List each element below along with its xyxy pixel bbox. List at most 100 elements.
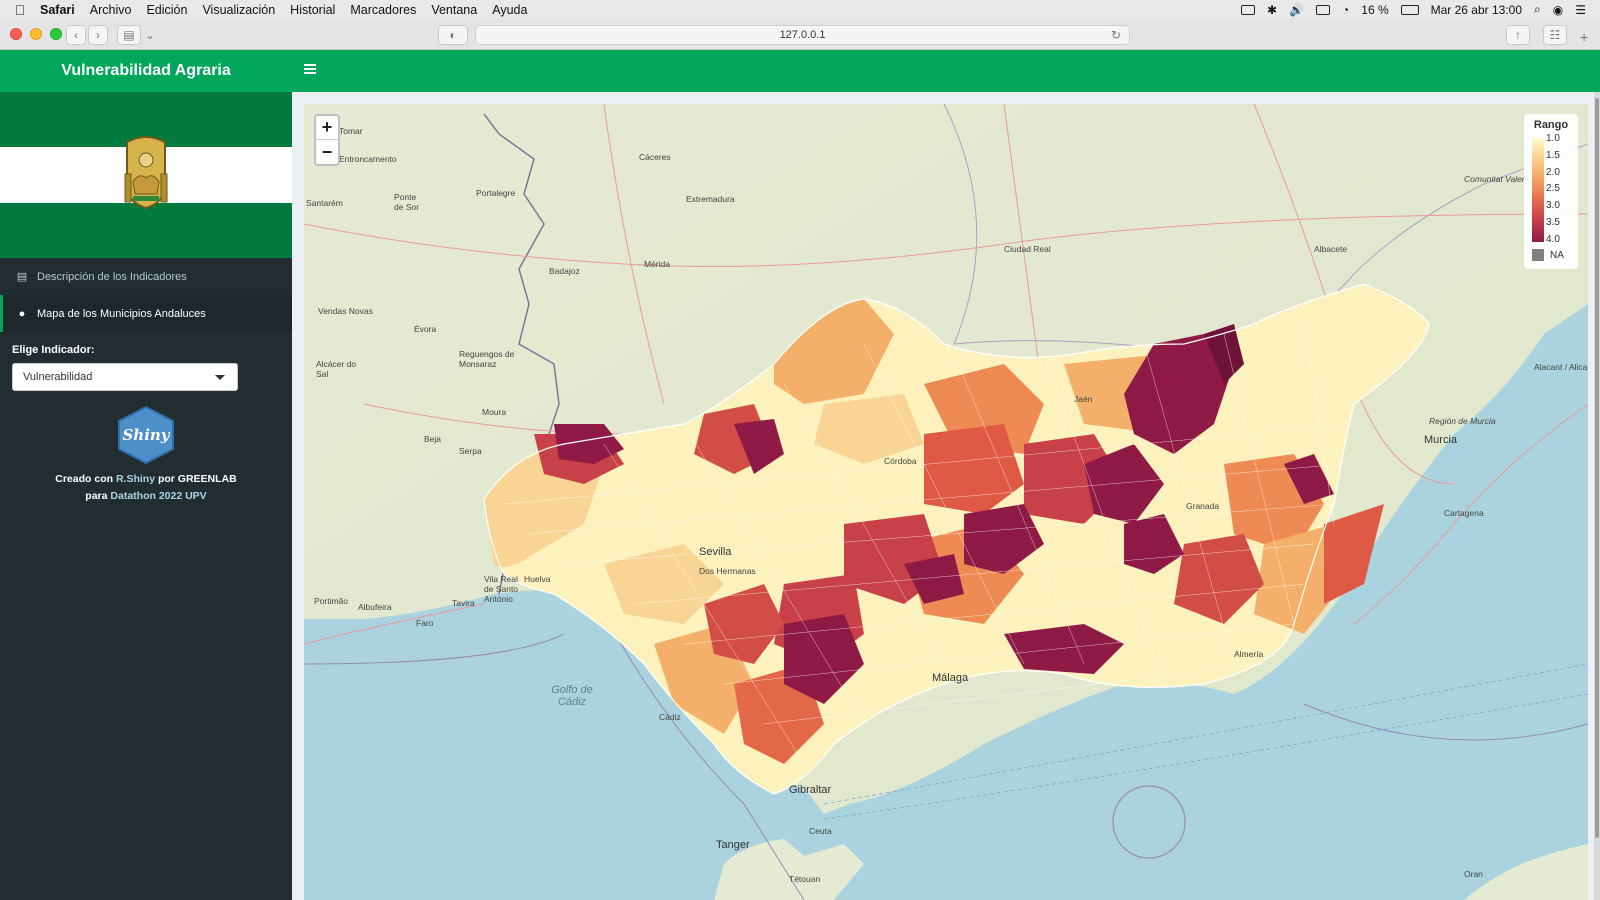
label-albufeira: Albufeira xyxy=(358,602,392,612)
map-tiles xyxy=(304,104,1588,900)
label-alcacer: Alcácer do Sal xyxy=(316,359,357,379)
address-bar[interactable]: 127.0.0.1 ↻ xyxy=(475,25,1130,45)
page-scrollbar[interactable] xyxy=(1594,92,1600,900)
zoom-window-button[interactable] xyxy=(50,28,62,40)
app-title[interactable]: Vulnerabilidad Agraria xyxy=(0,50,292,92)
minimize-window-button[interactable] xyxy=(30,28,42,40)
app-header xyxy=(292,50,1600,92)
zoom-out-button[interactable]: − xyxy=(316,140,338,164)
label-dos-hermanas: Dos Hermanas xyxy=(699,566,756,576)
apple-menu-icon[interactable]:  xyxy=(0,2,40,18)
wifi-icon[interactable]: ◔ xyxy=(1342,3,1349,17)
label-extremadura: Extremadura xyxy=(686,194,735,204)
main-content: Extremadura Cáceres Badajoz Mérida Ciuda… xyxy=(292,92,1600,900)
siri-icon[interactable]: ◉ xyxy=(1553,3,1563,17)
label-huelva: Huelva xyxy=(524,574,551,584)
legend-tick: 2.5 xyxy=(1546,183,1560,195)
nav-descripcion-indicadores[interactable]: ▤ Descripción de los Indicadores xyxy=(0,258,292,295)
battery-percent: 16 % xyxy=(1361,2,1389,17)
nav-label: Descripción de los Indicadores xyxy=(37,270,187,283)
scrollbar-thumb[interactable] xyxy=(1595,98,1599,838)
legend-na: NA xyxy=(1532,249,1564,261)
battery-icon[interactable] xyxy=(1400,4,1419,15)
na-swatch xyxy=(1532,249,1544,261)
label-entroncamento: Entroncamento xyxy=(339,154,397,164)
label-portalegre: Portalegre xyxy=(476,188,516,198)
label-moura: Moura xyxy=(482,407,507,417)
label-ciudad-real: Ciudad Real xyxy=(1004,244,1051,254)
label-portimao: Portimão xyxy=(314,596,349,606)
menu-marcadores[interactable]: Marcadores xyxy=(350,3,416,17)
menu-ayuda[interactable]: Ayuda xyxy=(492,3,527,17)
volume-icon[interactable]: 🔊 xyxy=(1289,3,1304,17)
back-button[interactable]: ‹ xyxy=(66,25,86,45)
legend-ticks: 1.0 1.5 2.0 2.5 3.0 3.5 4.0 xyxy=(1546,133,1560,251)
url-text: 127.0.0.1 xyxy=(779,29,826,41)
label-cadiz: Cádiz xyxy=(659,712,681,722)
menu-edicion[interactable]: Edición xyxy=(146,3,187,17)
label-vila-real: Vila Real de Santo António xyxy=(484,574,519,604)
label-tomar: Tomar xyxy=(339,126,363,136)
label-faro: Faro xyxy=(416,618,434,628)
legend-tick: 1.0 xyxy=(1546,133,1560,144)
label-murcia: Murcia xyxy=(1424,434,1458,446)
keyboard-icon[interactable] xyxy=(1316,4,1331,15)
spotlight-search-icon[interactable]: ⌕ xyxy=(1534,2,1541,17)
airplay-icon[interactable] xyxy=(1241,4,1255,15)
legend-na-label: NA xyxy=(1550,249,1564,261)
label-malaga: Málaga xyxy=(932,672,969,684)
bluetooth-icon[interactable]: ✱ xyxy=(1267,3,1277,17)
clock[interactable]: Mar 26 abr 13:00 xyxy=(1431,3,1522,17)
legend-tick: 1.5 xyxy=(1546,149,1560,161)
menu-ventana[interactable]: Ventana xyxy=(431,3,477,17)
legend-tick: 3.5 xyxy=(1546,216,1560,228)
label-cordoba: Córdoba xyxy=(884,456,917,466)
label-cartagena: Cartagena xyxy=(1444,508,1484,518)
map-legend: Rango 1.0 1.5 2.0 2.5 3.0 3.5 4.0 NA xyxy=(1524,114,1578,269)
label-region-murcia: Región de Murcia xyxy=(1429,416,1496,426)
label-tetouan: Tétouan xyxy=(789,874,821,884)
table-icon: ▤ xyxy=(16,271,28,283)
macos-menu-bar:  Safari Archivo Edición Visualización H… xyxy=(0,0,1600,19)
label-caceres: Cáceres xyxy=(639,152,671,162)
privacy-shield-icon[interactable]: ◐ xyxy=(438,25,468,45)
label-alicante: Alacant / Alicante xyxy=(1534,362,1588,372)
indicator-select[interactable]: Vulnerabilidad xyxy=(12,363,238,391)
shiny-app: Vulnerabilidad Agraria ▤ Descripción de … xyxy=(0,50,1600,900)
legend-color-bar xyxy=(1532,138,1544,242)
browser-toolbar: ‹ › ▤ ⌄ ◐ 127.0.0.1 ↻ ↑ ☷ + xyxy=(0,19,1600,50)
label-ponte-sor: Ponte de Sor xyxy=(394,192,420,212)
zoom-in-button[interactable]: + xyxy=(316,116,338,140)
label-beja: Beja xyxy=(424,434,442,444)
legend-tick: 2.0 xyxy=(1546,166,1560,178)
nav-mapa-municipios[interactable]: ● Mapa de los Municipios Andaluces xyxy=(0,295,292,332)
reload-icon[interactable]: ↻ xyxy=(1111,28,1121,42)
label-merida: Mérida xyxy=(644,259,670,269)
close-window-button[interactable] xyxy=(10,28,22,40)
legend-tick: 3.0 xyxy=(1546,200,1560,212)
andalucia-flag-logo xyxy=(0,92,292,258)
menu-safari[interactable]: Safari xyxy=(40,3,75,17)
hamburger-menu-icon[interactable] xyxy=(304,64,316,74)
label-tavira: Tavira xyxy=(452,598,475,608)
label-reguengos: Reguengos de Monsaraz xyxy=(459,349,515,369)
sidebar-toggle-icon[interactable]: ▤ xyxy=(117,25,141,45)
control-center-icon[interactable]: ☰ xyxy=(1575,3,1586,17)
shiny-logo-text: Shiny xyxy=(122,426,170,444)
menu-archivo[interactable]: Archivo xyxy=(90,3,132,17)
label-tanger: Tanger xyxy=(716,839,750,851)
share-icon[interactable]: ↑ xyxy=(1506,25,1530,45)
forward-button[interactable]: › xyxy=(88,25,108,45)
shiny-logo: Shiny xyxy=(118,405,174,465)
leaflet-map[interactable]: Extremadura Cáceres Badajoz Mérida Ciuda… xyxy=(304,104,1588,900)
chevron-down-icon[interactable]: ⌄ xyxy=(143,25,157,45)
menu-visualizacion[interactable]: Visualización xyxy=(202,3,275,17)
zoom-control: + − xyxy=(314,114,340,166)
sidebar: Vulnerabilidad Agraria ▤ Descripción de … xyxy=(0,50,292,900)
indicator-select-label: Elige Indicador: xyxy=(12,344,95,356)
label-albacete: Albacete xyxy=(1314,244,1348,254)
label-almeria: Almería xyxy=(1234,649,1264,659)
new-tab-icon[interactable]: + xyxy=(1580,29,1588,45)
tab-overview-icon[interactable]: ☷ xyxy=(1543,25,1567,45)
menu-historial[interactable]: Historial xyxy=(290,3,335,17)
